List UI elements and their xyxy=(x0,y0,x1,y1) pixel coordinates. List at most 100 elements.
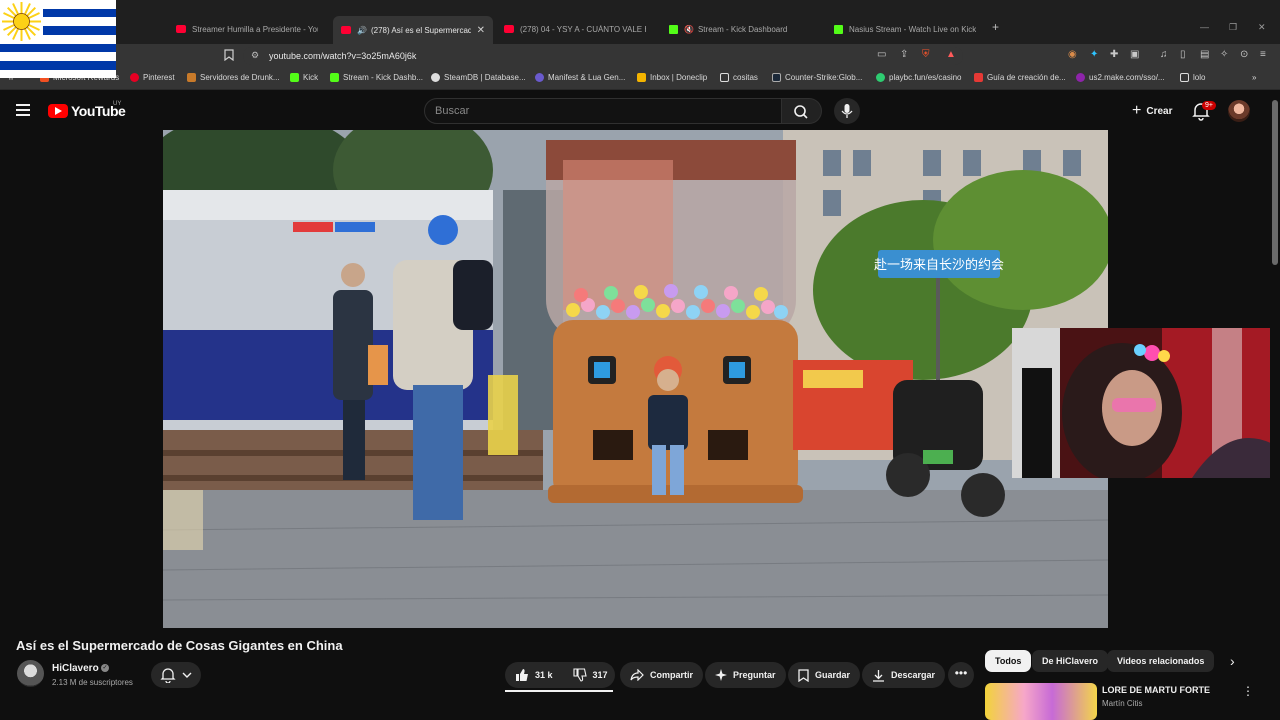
close-icon[interactable]: ✕ xyxy=(477,25,485,36)
tab-nasius-stream[interactable]: Nasius Stream - Watch Live on Kick xyxy=(826,18,986,40)
brave-shield-icon[interactable]: ⛨ xyxy=(922,49,930,60)
country-code: UY xyxy=(113,101,122,107)
more-vertical-icon[interactable]: ⋮ xyxy=(1242,684,1254,698)
tab-label: Nasius Stream - Watch Live on Kick xyxy=(849,24,977,34)
inbox-icon xyxy=(637,73,646,82)
scrollbar-thumb[interactable] xyxy=(1272,100,1278,265)
like-dislike-group: 31 k 317 xyxy=(505,662,615,688)
bookmark-servidores-drunk[interactable]: Servidores de Drunk... xyxy=(187,73,280,82)
related-video-author[interactable]: Martín Citis xyxy=(1102,699,1142,708)
tab-active-video[interactable]: 🔊 (278) Así es el Supermercado ✕ xyxy=(333,16,493,44)
bookmark-folder-cositas[interactable]: cositas xyxy=(720,73,758,82)
create-button[interactable]: + Crear xyxy=(1124,99,1180,123)
tab-label: (278) 04 - YSY A - CUÁNTO VALE HABLAR xyxy=(520,24,646,34)
bookmark-pinterest[interactable]: Pinterest xyxy=(130,73,175,82)
extension-icon[interactable]: ◉ xyxy=(1068,49,1077,60)
webcam-frame xyxy=(1012,328,1280,478)
sidebar-icon[interactable]: ▯ xyxy=(1180,49,1186,60)
bookmark-label: cositas xyxy=(733,73,758,82)
save-button[interactable]: Guardar xyxy=(788,662,861,688)
streamer-webcam-overlay xyxy=(1012,328,1280,478)
cast-icon[interactable]: ▭ xyxy=(877,49,886,60)
wallet-icon[interactable]: ▤ xyxy=(1200,49,1209,60)
search-button[interactable] xyxy=(782,98,822,124)
bookmark-counter-strike[interactable]: Counter-Strike:Glob... xyxy=(772,73,862,82)
share-icon[interactable]: ⇪ xyxy=(900,49,908,60)
account-avatar[interactable] xyxy=(1228,100,1250,122)
download-icon xyxy=(873,669,884,682)
channel-avatar[interactable] xyxy=(17,660,44,687)
sun-of-may-icon xyxy=(2,2,41,41)
screenshot-icon[interactable]: ▣ xyxy=(1130,49,1139,60)
url-field[interactable]: ⚙ youtube.com/watch?v=3o25mA60j6k xyxy=(243,47,963,65)
bookmark-doneclip[interactable]: Inbox | Doneclip xyxy=(637,73,707,82)
share-button[interactable]: Compartir xyxy=(620,662,704,688)
bookmark-icon xyxy=(798,668,809,682)
verified-icon: ✓ xyxy=(101,664,109,672)
bookmark-guia-creacion[interactable]: Guía de creación de... xyxy=(974,73,1066,82)
share-label: Compartir xyxy=(650,670,694,680)
translate-extension-icon[interactable]: ✦ xyxy=(1090,49,1098,60)
bookmark-kick[interactable]: Kick xyxy=(290,73,318,82)
media-icon[interactable]: ♫ xyxy=(1160,49,1168,60)
window-close-icon[interactable]: ✕ xyxy=(1258,22,1266,33)
like-button[interactable]: 31 k xyxy=(505,662,563,688)
bookmark-steamdb[interactable]: SteamDB | Database... xyxy=(431,73,526,82)
bookmark-label: Inbox | Doneclip xyxy=(650,73,708,82)
pinterest-icon xyxy=(130,73,139,82)
bookmark-label: lolo xyxy=(1193,73,1206,82)
chip-todos[interactable]: Todos xyxy=(985,650,1032,672)
vpn-icon[interactable]: ⊙ xyxy=(1240,49,1248,60)
hamburger-menu-icon[interactable] xyxy=(16,104,32,116)
folder-icon xyxy=(1180,73,1189,82)
new-tab-button[interactable]: + xyxy=(992,20,999,34)
ask-button[interactable]: Preguntar xyxy=(705,662,786,688)
search-input[interactable]: Buscar xyxy=(424,98,782,124)
dislike-button[interactable]: 317 xyxy=(563,662,618,688)
tab-streamer-humilla[interactable]: Streamer Humilla a Presidente - YouTube xyxy=(168,18,326,40)
kick-icon xyxy=(669,24,678,34)
chip-videos-relacionados[interactable]: Videos relacionados xyxy=(1107,650,1215,672)
tab-ysy-a[interactable]: (278) 04 - YSY A - CUÁNTO VALE HABLAR xyxy=(496,18,654,40)
youtube-icon xyxy=(176,25,186,33)
browser-window: Streamer Humilla a Presidente - YouTube … xyxy=(0,0,1280,720)
bookmark-manifest-lua[interactable]: Manifest & Lua Gen... xyxy=(535,73,625,82)
related-video-thumbnail[interactable] xyxy=(985,683,1097,720)
bookmark-label: Manifest & Lua Gen... xyxy=(548,73,626,82)
more-bookmarks-icon[interactable]: » xyxy=(1252,73,1256,82)
puzzle-icon[interactable]: ✚ xyxy=(1110,49,1118,60)
bookmark-playbc[interactable]: playbc.fun/es/casino xyxy=(876,73,962,82)
menu-icon[interactable]: ≡ xyxy=(1260,49,1266,60)
youtube-logo[interactable]: YouTube UY xyxy=(48,101,126,119)
subscription-notifications-button[interactable] xyxy=(151,662,201,688)
chip-de-hiclavero[interactable]: De HiClavero xyxy=(1032,650,1109,672)
video-player[interactable]: 赴一场来自长沙的约会 xyxy=(163,130,1108,628)
bookmark-label: Kick xyxy=(303,73,319,82)
bookmark-folder-lolo[interactable]: lolo xyxy=(1180,73,1205,82)
subscriber-count: 2.13 M de suscriptores xyxy=(52,678,133,687)
thumbs-up-icon xyxy=(516,669,528,681)
channel-name[interactable]: HiClavero xyxy=(52,663,99,674)
folder-icon xyxy=(720,73,729,82)
manifest-icon xyxy=(535,73,544,82)
thumbs-down-icon xyxy=(572,668,587,682)
rewards-icon[interactable]: ▲ xyxy=(946,49,956,60)
like-count: 31 k xyxy=(535,670,553,680)
bookmark-label: Servidores de Drunk... xyxy=(200,73,280,82)
bookmark-kick-dashboard[interactable]: Stream - Kick Dashb... xyxy=(330,73,423,82)
voice-search-button[interactable] xyxy=(834,98,860,124)
bookmark-make[interactable]: us2.make.com/sso/... xyxy=(1076,73,1165,82)
tab-label: Stream - Kick Dashboard xyxy=(697,24,788,34)
related-video-title[interactable]: LORE DE MARTU FORTE xyxy=(1102,685,1210,695)
kick-icon xyxy=(330,73,339,82)
tab-kick-dashboard[interactable]: 🔇 Stream - Kick Dashboard xyxy=(661,18,821,40)
site-info-icon[interactable]: ⚙ xyxy=(251,50,259,61)
download-button[interactable]: Descargar xyxy=(862,662,946,688)
chevron-right-icon[interactable]: › xyxy=(1230,653,1235,669)
bookmark-icon[interactable] xyxy=(224,49,234,64)
leo-ai-icon[interactable]: ✧ xyxy=(1220,49,1228,60)
minimize-icon[interactable]: — xyxy=(1200,22,1209,32)
maximize-icon[interactable]: ❐ xyxy=(1229,22,1237,33)
more-actions-button[interactable]: ••• xyxy=(948,662,974,688)
make-icon xyxy=(1076,73,1085,82)
